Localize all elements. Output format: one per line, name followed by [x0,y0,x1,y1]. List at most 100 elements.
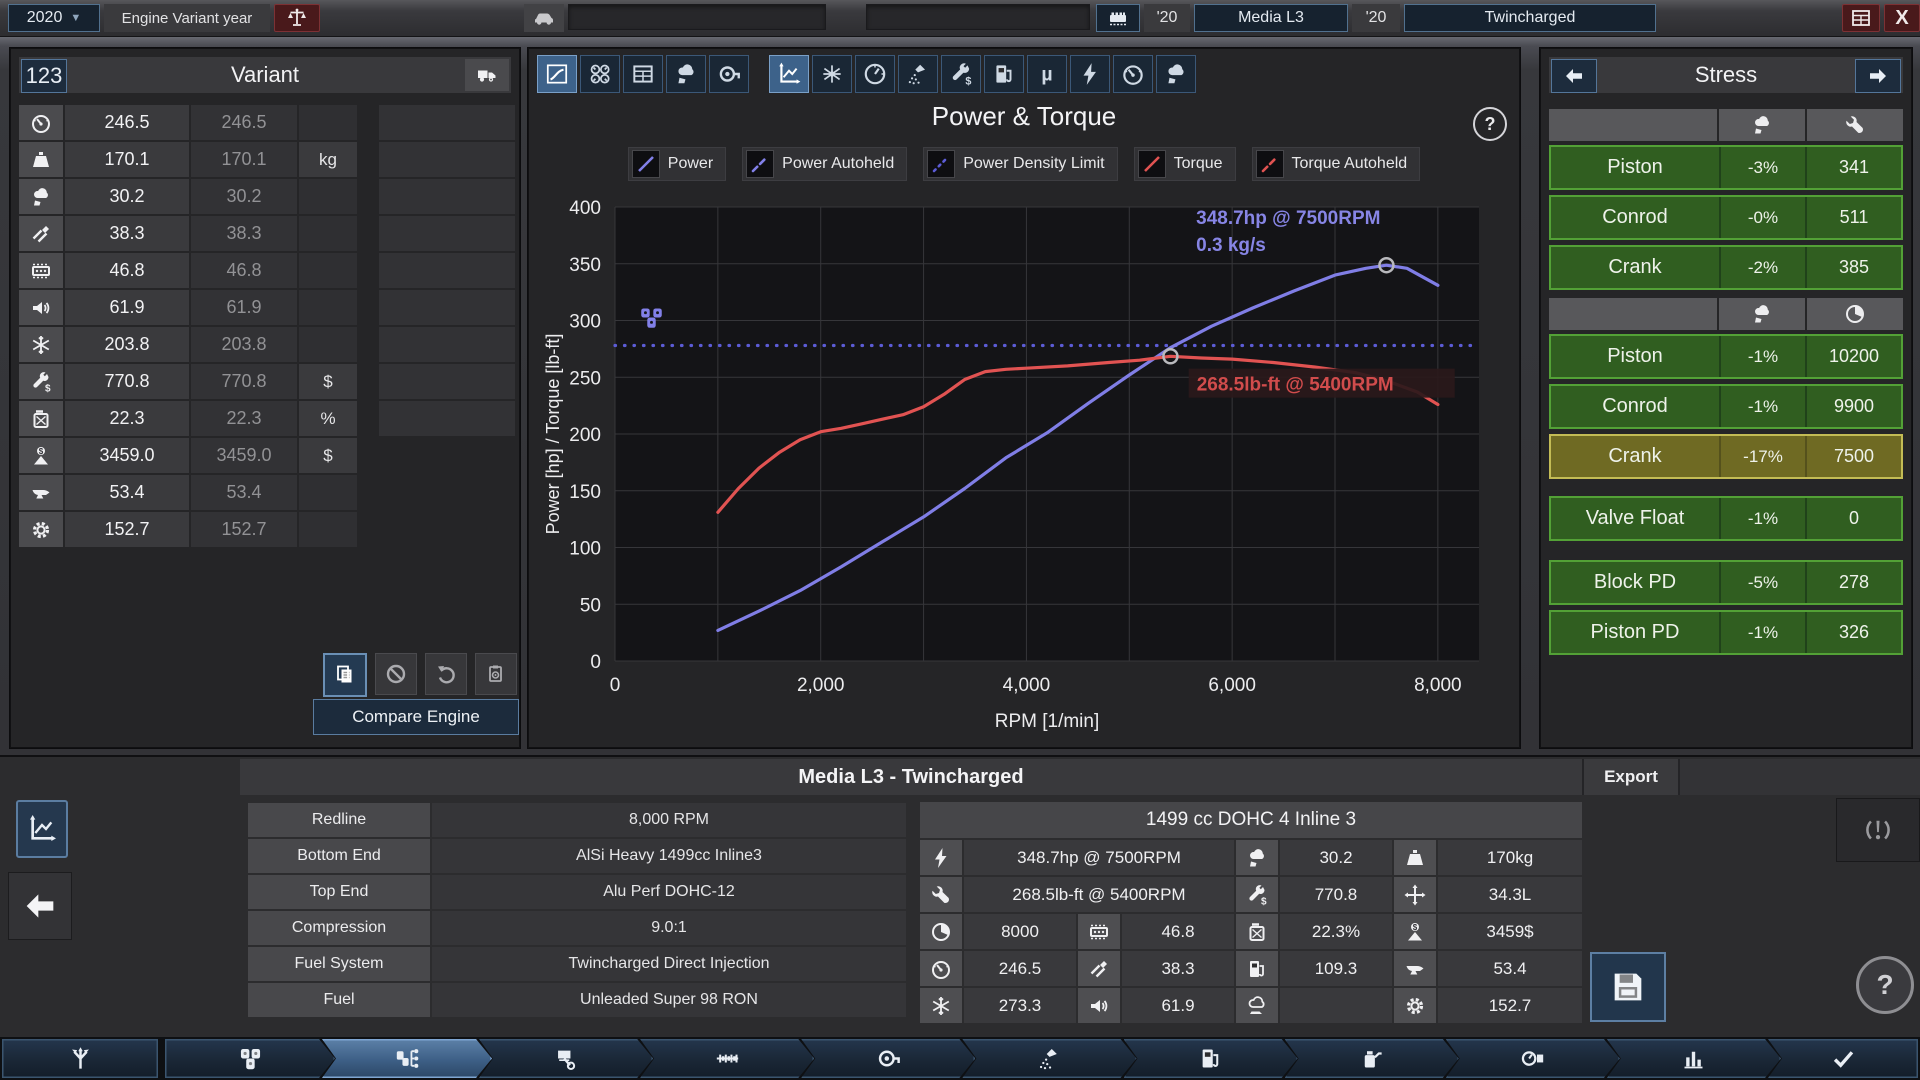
chart-tool-axes[interactable] [769,55,809,93]
undo-icon [434,662,458,686]
summary-icon-cell [1078,914,1120,949]
chart-tool-responsiveness[interactable] [1113,55,1153,93]
nav-tab-family[interactable] [165,1039,335,1078]
balance-button[interactable] [274,4,320,32]
help-button[interactable]: ? [1473,107,1507,141]
chevron-down-icon: ▼ [70,12,81,24]
smoothness-icon [1245,846,1269,870]
export-button[interactable]: Export [1582,759,1680,795]
stat-unit [299,105,357,140]
cooling-icon [1087,920,1111,944]
prohibit-icon [384,662,408,686]
legend-item[interactable]: Power Autoheld [742,147,907,181]
nav-tab-confirm[interactable] [1768,1039,1918,1078]
chart-tool-smoothness[interactable] [1156,55,1196,93]
family-name-field[interactable]: Media L3 [1194,4,1348,32]
nav-tab-turbo[interactable] [801,1039,975,1078]
spec-row: Top End Alu Perf DOHC-12 [248,875,906,909]
prev-arrow-button[interactable] [1551,59,1597,93]
nav-tab-results[interactable] [1607,1039,1781,1078]
summary-row: 348.7hp @ 7500RPM30.2170kg [920,840,1582,875]
year-select[interactable]: 2020 ▼ [8,4,100,32]
smoothness-icon [1163,61,1189,87]
spec-value: 8,000 RPM [432,803,906,837]
chart-tool-table[interactable] [623,55,663,93]
summary-icon-cell [1078,951,1120,986]
legend-item[interactable]: Torque [1134,147,1236,181]
stress-value: 10200 [1807,336,1901,377]
stat-value: 38.3 [65,216,189,251]
stat-value: 30.2 [65,179,189,214]
numeric-view-button[interactable]: 123 [21,59,67,93]
variant-stat-row: 61.9 61.9 [19,290,359,325]
chart-tool-bolt[interactable] [1070,55,1110,93]
chart-tool-rpm-gauge[interactable] [855,55,895,93]
svg-text:Power [hp] / Torque [lb-ft]: Power [hp] / Torque [lb-ft] [543,334,563,535]
warning-indicator[interactable] [1836,798,1920,862]
help-circle-button[interactable]: ? [1856,956,1914,1014]
summary-value: 273.3 [964,988,1076,1023]
prohibit-button[interactable] [375,653,417,695]
chart-title: Power & Torque [529,101,1519,132]
stat-value: 61.9 [65,290,189,325]
spec-label: Compression [248,911,430,945]
chart-tool-service-cost[interactable] [941,55,981,93]
data-sheet-button[interactable] [1842,4,1880,32]
compare-list-slot [379,253,515,288]
save-button[interactable] [1590,952,1666,1022]
car-button[interactable] [524,4,564,32]
summary-icon-cell [1236,840,1278,875]
variant-name-field[interactable]: Twincharged [1404,4,1656,32]
chart-tool-curve[interactable] [537,55,577,93]
legend-label: Power [668,155,713,173]
chart-tool-dials[interactable] [580,55,620,93]
svg-text:348.7hp @ 7500RPM: 348.7hp @ 7500RPM [1196,208,1380,229]
stat-value: 53.4 [65,475,189,510]
nav-tab-spray[interactable] [962,1039,1136,1078]
back-button[interactable] [8,872,72,940]
legend-item[interactable]: Power [628,147,726,181]
nav-tab-exhaust[interactable] [1285,1039,1459,1078]
compare-list-slot [379,179,515,214]
stress-percent: -1% [1721,498,1805,539]
compare-engine-button[interactable]: Compare Engine [313,699,519,735]
engine-block-button[interactable] [1096,4,1140,32]
chart-tool-knock[interactable] [812,55,852,93]
chart-tool-turbo[interactable] [709,55,749,93]
rpm-icon [929,920,953,944]
bottom-title-strip: Media L3 - Twincharged Export [240,759,1920,795]
graph-view-button[interactable] [16,800,68,858]
stat-icon-cell [19,327,63,362]
variant-compare-list [379,105,515,438]
nav-tab-crank[interactable] [640,1039,814,1078]
chart-tool-fuel-pump[interactable] [984,55,1024,93]
undo-button[interactable] [425,653,467,695]
chart-tool-mu[interactable] [1027,55,1067,93]
stat-value: 152.7 [65,512,189,547]
summary-row: 246.538.3109.353.4 [920,951,1582,986]
stress-percent: -1% [1721,612,1805,653]
nav-tab-fuel-pump[interactable] [1124,1039,1298,1078]
variant-year-label: '20 [1352,4,1400,32]
nav-tab-dyno[interactable] [1446,1039,1620,1078]
chart-tool-spray[interactable] [898,55,938,93]
copy-button[interactable] [323,653,367,697]
legend-item[interactable]: Torque Autoheld [1252,147,1421,181]
legend-item[interactable]: Power Density Limit [923,147,1117,181]
stat-compare-value: 38.3 [191,216,297,251]
nav-tab-piston[interactable] [479,1039,653,1078]
next-arrow-button[interactable] [1855,59,1901,93]
nav-tab-variant-tree[interactable] [322,1039,492,1078]
stress-value: 511 [1807,197,1901,238]
chart-tool-smoothness[interactable] [666,55,706,93]
rpm-icon [1843,302,1867,326]
nav-tab-branch[interactable] [2,1039,158,1078]
paste-button[interactable] [475,653,517,695]
spray-icon [905,61,931,87]
year-select-label: Engine Variant year [104,4,270,32]
dyno-icon [1519,1045,1546,1072]
truck-button[interactable] [465,59,509,91]
top-bar: 2020 ▼ Engine Variant year '20 Media L3 … [0,0,1920,37]
svg-text:100: 100 [569,539,601,560]
close-button[interactable]: X [1884,4,1920,32]
